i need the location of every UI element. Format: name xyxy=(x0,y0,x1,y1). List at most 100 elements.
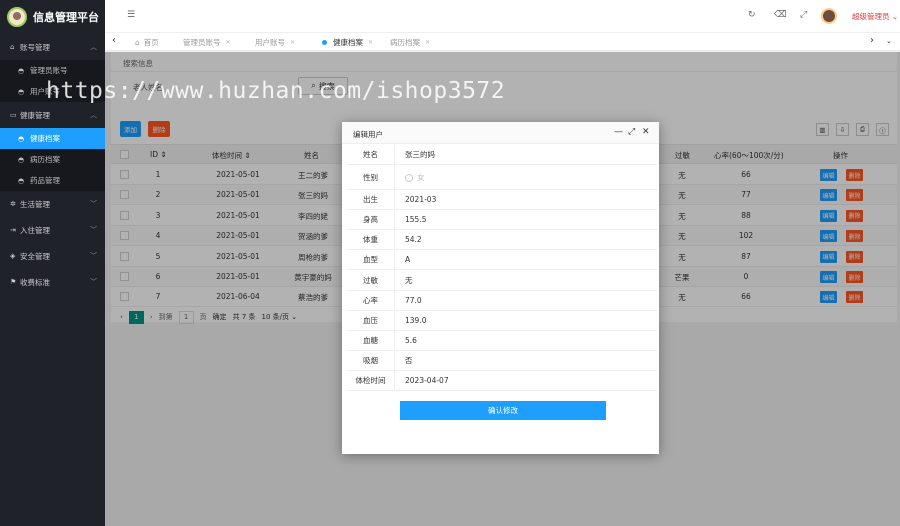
top-header: ☰ ↻ ⌫ ⤢ 超级管理员 ⌄ xyxy=(105,0,900,33)
watermark-text: https://www.huzhan.com/ishop3572 xyxy=(46,78,506,104)
form-field-label: 血压 xyxy=(347,310,395,330)
menu-group-label: 账号管理 xyxy=(20,42,50,52)
form-field-label: 体重 xyxy=(347,230,395,250)
menu-group-life[interactable]: ✲ 生活管理 ﹀ xyxy=(0,191,105,217)
form-field-input[interactable]: 否 xyxy=(405,351,413,370)
dashboard-icon: ◓ xyxy=(18,134,25,143)
sidebar-item-label: 药品管理 xyxy=(30,176,60,185)
dialog-title: 编辑用户 xyxy=(353,130,383,139)
form-field-input[interactable]: 77.0 xyxy=(405,291,422,310)
gender-radio[interactable]: 女 xyxy=(405,165,425,189)
form-field-input[interactable]: 2021-03 xyxy=(405,190,436,209)
shield-icon: ◈ xyxy=(10,252,16,260)
form-row: 身高 155.5 xyxy=(347,210,657,231)
close-icon[interactable]: ✕ xyxy=(642,127,650,137)
form-field-label: 身高 xyxy=(347,210,395,230)
form-field-input[interactable]: A xyxy=(405,250,410,269)
sidebar-item-label: 病历档案 xyxy=(30,155,60,164)
tab-user-accounts[interactable]: 用户账号 ✕ xyxy=(255,37,295,48)
close-icon[interactable]: ✕ xyxy=(290,39,295,46)
sidebar-item-health-records[interactable]: ◓ 健康档案 xyxy=(0,128,105,149)
form-field-label: 体检时间 xyxy=(347,370,395,391)
form-field-input[interactable]: 139.0 xyxy=(405,311,426,330)
flag-icon: ⚑ xyxy=(10,278,17,286)
form-row: 血糖 5.6 xyxy=(347,330,657,351)
dashboard-icon: ◓ xyxy=(18,87,25,96)
chevron-down-icon[interactable]: ⌄ xyxy=(886,37,892,45)
form-field-label: 过敏 xyxy=(347,270,395,290)
close-icon[interactable]: ✕ xyxy=(226,39,231,46)
form-field-label: 吸烟 xyxy=(347,350,395,370)
sidebar-item-label: 健康档案 xyxy=(30,134,60,143)
form-field-label: 心率 xyxy=(347,290,395,310)
chevron-left-icon[interactable]: ‹ xyxy=(112,35,116,46)
home-icon: ⌂ xyxy=(135,38,140,47)
form-field-input[interactable]: 54.2 xyxy=(405,230,422,249)
menu-group-health[interactable]: ▭ 健康管理 ︿ xyxy=(0,102,105,128)
form-row: 血压 139.0 xyxy=(347,310,657,331)
form-field-label: 性别 xyxy=(347,165,395,190)
confirm-edit-button[interactable]: 确认修改 xyxy=(400,401,606,420)
close-icon[interactable]: ✕ xyxy=(368,39,373,46)
form-field-input[interactable]: 张三的妈 xyxy=(405,145,435,164)
tab-label: 病历档案 xyxy=(390,38,420,47)
chevron-up-icon: ︿ xyxy=(90,43,97,51)
sidebar-item-medicine[interactable]: ◓ 药品管理 xyxy=(0,170,105,191)
refresh-icon[interactable]: ↻ xyxy=(748,10,756,20)
tab-label: 管理员账号 xyxy=(183,38,221,47)
menu-group-label: 安全管理 xyxy=(20,251,50,261)
menu-group-checkin[interactable]: ⇥ 入住管理 ﹀ xyxy=(0,217,105,243)
chevron-down-icon: ﹀ xyxy=(90,278,97,286)
form-row: 心率 77.0 xyxy=(347,290,657,311)
app-logo: 信息管理平台 xyxy=(0,0,105,34)
tab-admin-accounts[interactable]: 管理员账号 ✕ xyxy=(183,37,231,48)
form-field-input[interactable]: 无 xyxy=(405,270,413,289)
tab-home[interactable]: ⌂ 首页 xyxy=(135,37,159,48)
menu-group-security[interactable]: ◈ 安全管理 ﹀ xyxy=(0,243,105,269)
dashboard-icon: ◓ xyxy=(18,176,25,185)
form-row: 体重 54.2 xyxy=(347,230,657,251)
trash-icon[interactable]: ⌫ xyxy=(774,10,787,20)
page-tabs: ‹ ⌂ 首页 管理员账号 ✕ 用户账号 ✕ 健康档案 ✕ 病历档案 ✕ › ⌄ xyxy=(105,33,900,51)
login-icon: ⇥ xyxy=(10,226,16,234)
fullscreen-icon[interactable]: ⤢ xyxy=(800,10,807,20)
form-field-label: 姓名 xyxy=(347,145,395,165)
close-icon[interactable]: ✕ xyxy=(425,39,430,46)
form-row: 性别 女 xyxy=(347,165,657,191)
sidebar-item-medical-records[interactable]: ◓ 病历档案 xyxy=(0,149,105,170)
menu-group-label: 健康管理 xyxy=(20,110,50,120)
app-title: 信息管理平台 xyxy=(33,11,99,24)
tab-label: 健康档案 xyxy=(333,38,363,47)
menu-group-label: 收费标准 xyxy=(20,277,50,287)
chevron-down-icon: ﹀ xyxy=(90,226,97,234)
gear-icon: ✲ xyxy=(10,200,16,208)
form-row: 吸烟否 xyxy=(347,350,657,371)
chevron-down-icon: ⌄ xyxy=(891,12,899,21)
form-field-label: 血糖 xyxy=(347,330,395,350)
minimize-icon[interactable]: — xyxy=(614,127,623,137)
home-icon: ⌂ xyxy=(10,43,15,51)
form-row: 出生 2021-03 xyxy=(347,190,657,211)
form-field-label: 出生 xyxy=(347,190,395,210)
maximize-icon[interactable]: ⤢ xyxy=(628,127,635,137)
user-name-label: 超级管理员 xyxy=(852,12,890,21)
form-field-input[interactable]: 2023-04-07 xyxy=(405,371,449,390)
logo-avatar-icon xyxy=(7,7,27,27)
avatar[interactable] xyxy=(821,8,837,24)
menu-group-account[interactable]: ⌂ 账号管理 ︿ xyxy=(0,34,105,60)
tab-label: 用户账号 xyxy=(255,38,285,47)
menu-group-fees[interactable]: ⚑ 收费标准 ﹀ xyxy=(0,269,105,295)
form-field-input[interactable]: 155.5 xyxy=(405,210,426,229)
tab-label: 首页 xyxy=(143,38,159,47)
dialog-header: 编辑用户 — ⤢ ✕ xyxy=(342,122,659,144)
radio-label: 女 xyxy=(417,172,425,182)
user-name[interactable]: 超级管理员 ⌄ xyxy=(852,11,898,22)
chevron-right-icon[interactable]: › xyxy=(870,35,874,46)
menu-toggle-icon[interactable]: ☰ xyxy=(127,10,135,20)
form-field-input[interactable]: 5.6 xyxy=(405,331,417,350)
tab-health-records[interactable]: 健康档案 ✕ xyxy=(322,37,373,48)
tab-medical-records[interactable]: 病历档案 ✕ xyxy=(390,37,430,48)
form-row: 过敏无 xyxy=(347,270,657,291)
chevron-up-icon: ︿ xyxy=(90,111,97,119)
submenu-health: ◓ 健康档案 ◓ 病历档案 ◓ 药品管理 xyxy=(0,128,105,191)
